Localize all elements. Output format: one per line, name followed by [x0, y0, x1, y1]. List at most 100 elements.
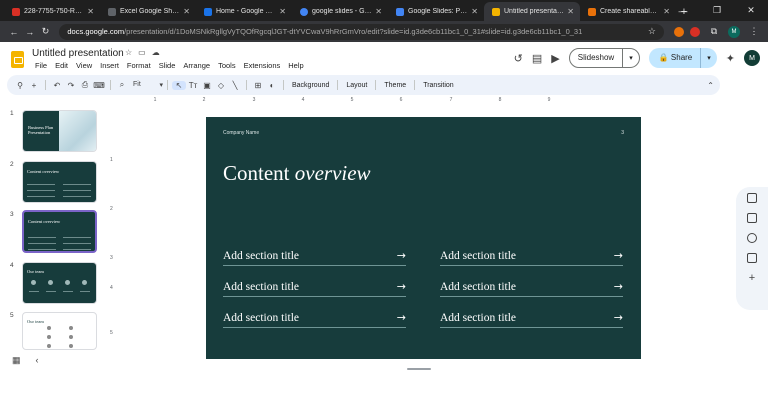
section-title-2[interactable]: Add section title →: [223, 280, 406, 297]
slideshow-button[interactable]: Slideshow ▾: [568, 48, 640, 68]
new-slide-icon[interactable]: +: [27, 81, 41, 90]
contacts-icon[interactable]: [747, 253, 757, 263]
menu-edit[interactable]: Edit: [51, 61, 72, 70]
keep-notes-icon[interactable]: [747, 213, 757, 223]
chevron-up-icon[interactable]: ⌃: [707, 81, 714, 90]
close-icon[interactable]: ✕: [183, 7, 190, 16]
profile-icon[interactable]: M: [727, 25, 740, 38]
share-label[interactable]: 🔒 Share: [649, 48, 702, 68]
section-title-5[interactable]: Add section title →: [440, 280, 623, 297]
slide-thumbnail-3[interactable]: Content overview: [22, 210, 97, 253]
browser-tab[interactable]: 228-7755-750-Rev3 ✕: [4, 2, 100, 21]
menu-format[interactable]: Format: [123, 61, 155, 70]
star-icon[interactable]: ☆: [125, 48, 132, 57]
close-window-icon[interactable]: ✕: [734, 0, 768, 21]
reload-icon[interactable]: ↻: [38, 26, 54, 37]
text-box-icon[interactable]: Tт: [186, 81, 200, 90]
chevron-down-icon[interactable]: ▾: [701, 54, 717, 62]
browser-menu-icon[interactable]: ⋮: [746, 26, 762, 37]
slide-thumbnail-2[interactable]: Content overview: [22, 161, 97, 203]
section-text: Add section title: [440, 312, 517, 324]
bookmark-star-icon[interactable]: ☆: [648, 26, 656, 37]
redo-icon[interactable]: ↷: [64, 81, 78, 90]
theme-button[interactable]: Theme: [380, 82, 410, 89]
back-icon[interactable]: ←: [6, 27, 22, 37]
url-input[interactable]: docs.google.com /presentation/d/1DoMSNkR…: [59, 23, 664, 40]
minimize-icon[interactable]: —: [666, 0, 700, 21]
browser-tab[interactable]: Google Slides: Presen ✕: [388, 2, 484, 21]
cloud-status-icon[interactable]: ☁: [152, 48, 160, 57]
section-title-1[interactable]: Add section title →: [223, 249, 406, 266]
fill-color-icon[interactable]: ◐: [265, 81, 279, 90]
extensions-puzzle-icon[interactable]: ⧉: [706, 26, 722, 37]
search-menus-icon[interactable]: ⚲: [13, 81, 27, 90]
move-folder-icon[interactable]: ▭: [138, 48, 146, 57]
browser-tab[interactable]: Create shareable vide ✕: [580, 2, 676, 21]
background-button[interactable]: Background: [288, 82, 333, 89]
share-button[interactable]: 🔒 Share ▾: [648, 48, 717, 68]
section-title-6[interactable]: Add section title →: [440, 311, 623, 328]
calendar-icon[interactable]: [747, 193, 757, 203]
forward-icon[interactable]: →: [22, 27, 38, 37]
section-title-4[interactable]: Add section title →: [440, 249, 623, 266]
browser-tab[interactable]: Excel Google Sheets ✕: [100, 2, 196, 21]
slides-logo-icon[interactable]: [11, 51, 24, 68]
toolbar-divider: [110, 80, 111, 90]
menu-view[interactable]: View: [72, 61, 96, 70]
speaker-notes-drag-handle[interactable]: [407, 368, 431, 370]
menu-help[interactable]: Help: [284, 61, 307, 70]
undo-icon[interactable]: ↶: [50, 81, 64, 90]
transition-button[interactable]: Transition: [419, 82, 457, 89]
select-cursor-icon[interactable]: ↖: [172, 80, 186, 90]
slide-page-number[interactable]: 3: [621, 130, 624, 136]
menu-file[interactable]: File: [31, 61, 51, 70]
browser-tab[interactable]: google slides - Goog ✕: [292, 2, 388, 21]
menu-extensions[interactable]: Extensions: [240, 61, 285, 70]
close-icon[interactable]: ✕: [567, 7, 574, 16]
slideshow-label[interactable]: Slideshow: [570, 49, 624, 67]
slide-title[interactable]: Content overview: [223, 161, 371, 186]
menu-tools[interactable]: Tools: [214, 61, 240, 70]
section-text: Add section title: [223, 281, 300, 293]
shape-icon[interactable]: ◇: [214, 81, 228, 90]
slide-thumbnail-1[interactable]: Business Plan Presentation: [22, 110, 97, 152]
slide-thumbnail-4[interactable]: Our team: [22, 262, 97, 304]
paint-format-icon[interactable]: ⌨: [92, 81, 106, 90]
document-title[interactable]: Untitled presentation: [32, 48, 124, 59]
image-icon[interactable]: ▣: [200, 81, 214, 90]
collapse-filmstrip-icon[interactable]: ‹: [36, 355, 39, 366]
thumb-title: Content overview: [27, 169, 60, 174]
tasks-icon[interactable]: [747, 233, 757, 243]
menu-arrange[interactable]: Arrange: [179, 61, 214, 70]
grid-view-icon[interactable]: ▦: [12, 355, 21, 366]
slide-thumbnail-5[interactable]: Our team: [22, 312, 97, 350]
close-icon[interactable]: ✕: [375, 7, 382, 16]
zoom-select[interactable]: Fit ▾: [129, 81, 163, 89]
line-icon[interactable]: ╲: [228, 81, 242, 90]
browser-tab[interactable]: Home - Google Drive ✕: [196, 2, 292, 21]
extension-icon[interactable]: [673, 26, 684, 37]
comment-add-icon[interactable]: ⊞: [251, 81, 265, 90]
extension-icon[interactable]: [689, 26, 700, 37]
arrow-right-icon: →: [613, 280, 623, 293]
menu-slide[interactable]: Slide: [155, 61, 180, 70]
print-icon[interactable]: ⎙: [78, 80, 92, 90]
slide-canvas[interactable]: Company Name 3 Content overview Add sect…: [206, 117, 641, 359]
company-name[interactable]: Company Name: [223, 130, 259, 136]
chevron-down-icon[interactable]: ▾: [623, 54, 639, 62]
avatar[interactable]: M: [744, 50, 760, 66]
close-icon[interactable]: ✕: [87, 7, 94, 16]
close-icon[interactable]: ✕: [279, 7, 286, 16]
maximize-icon[interactable]: ❐: [700, 0, 734, 21]
section-title-3[interactable]: Add section title →: [223, 311, 406, 328]
layout-button[interactable]: Layout: [342, 82, 371, 89]
browser-tab-active[interactable]: Untitled presentation ✕: [484, 2, 580, 21]
zoom-icon[interactable]: ⌕: [115, 80, 129, 90]
menu-insert[interactable]: Insert: [96, 61, 123, 70]
close-icon[interactable]: ✕: [471, 7, 478, 16]
comments-icon[interactable]: ▤: [532, 52, 542, 65]
meet-camera-icon[interactable]: ▶: [551, 52, 559, 65]
history-icon[interactable]: ↺: [514, 52, 523, 65]
gemini-sparkle-icon[interactable]: ✦: [726, 52, 735, 65]
add-addon-icon[interactable]: +: [749, 273, 755, 284]
